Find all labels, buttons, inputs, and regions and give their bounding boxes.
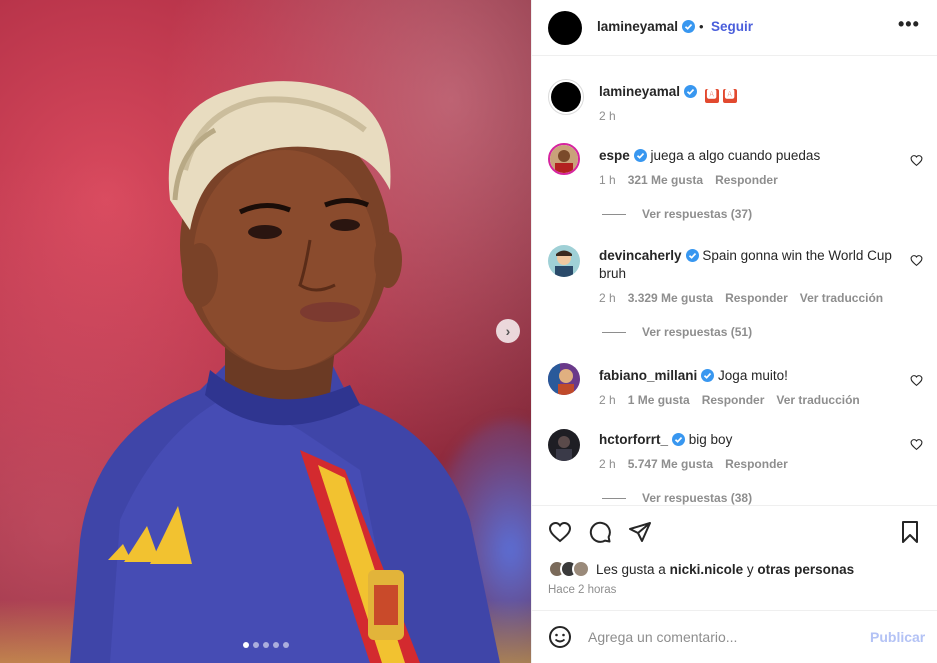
commenter-avatar[interactable] — [548, 429, 580, 461]
comment-meta: 2 h 3.329 Me gusta Responder Ver traducc… — [599, 291, 883, 305]
likes-prefix: Les gusta a — [596, 561, 666, 577]
reply-button[interactable]: Responder — [702, 393, 765, 407]
commenter-avatar[interactable] — [548, 363, 580, 395]
view-replies-label[interactable]: Ver respuestas (38) — [642, 491, 752, 505]
comment-icon[interactable] — [588, 520, 612, 544]
comment-composer: Publicar — [532, 610, 937, 663]
comment-time[interactable]: 1 h — [599, 173, 616, 187]
caption-username[interactable]: lamineyamal — [599, 84, 680, 99]
view-replies-button[interactable]: Ver respuestas (37) — [602, 207, 752, 221]
next-image-button[interactable]: › — [496, 319, 520, 343]
comment-time[interactable]: 2 h — [599, 291, 616, 305]
commenter-username[interactable]: fabiano_millani — [599, 368, 697, 383]
caption: lamineyamal 🅰 🅰 — [599, 84, 737, 103]
like-comment-icon[interactable] — [910, 374, 923, 387]
view-replies-button[interactable]: Ver respuestas (38) — [602, 491, 752, 505]
likes-summary[interactable]: Les gusta a nicki.nicole y otras persona… — [548, 560, 854, 578]
liker-avatar — [572, 560, 590, 578]
like-comment-icon[interactable] — [910, 438, 923, 451]
carousel-dot — [253, 642, 259, 648]
player-photo — [70, 81, 500, 663]
save-icon[interactable] — [898, 520, 922, 544]
view-replies-label[interactable]: Ver respuestas (51) — [642, 325, 752, 339]
carousel-dot — [283, 642, 289, 648]
comment-time[interactable]: 2 h — [599, 393, 616, 407]
more-options-icon[interactable]: ••• — [898, 14, 920, 35]
commenter-username[interactable]: espe — [599, 148, 630, 163]
verified-badge-icon — [633, 149, 647, 162]
comment-input[interactable] — [588, 627, 848, 647]
comment-meta: 2 h 1 Me gusta Responder Ver traducción — [599, 393, 860, 407]
commenter-avatar[interactable] — [548, 143, 580, 175]
carousel-dot — [243, 642, 249, 648]
carousel-indicator — [243, 642, 289, 648]
comment-text: fabiano_millani Joga muito! — [599, 367, 899, 385]
like-comment-icon[interactable] — [910, 154, 923, 167]
reply-button[interactable]: Responder — [715, 173, 778, 187]
caption-emoji: 🅰 — [704, 89, 719, 103]
commenter-username[interactable]: hctorforrt_ — [599, 432, 668, 447]
verified-badge-icon — [685, 249, 699, 262]
likes-join: y — [746, 561, 754, 577]
post-time[interactable]: Hace 2 horas — [548, 584, 616, 596]
comment-likes[interactable]: 1 Me gusta — [628, 393, 690, 407]
commenter-username[interactable]: devincaherly — [599, 248, 682, 263]
comment-text: devincaherly Spain gonna win the World C… — [599, 247, 899, 283]
post-side-panel: lamineyamal • Seguir ••• lamineyamal 🅰 🅰 … — [531, 0, 937, 663]
comments-list[interactable]: lamineyamal 🅰 🅰 2 h espe juega a algo cua… — [532, 57, 937, 505]
comment-content: juega a algo cuando puedas — [650, 148, 821, 163]
comment-content: big boy — [688, 432, 733, 447]
commenter-avatar[interactable] — [548, 245, 580, 277]
verified-badge-icon — [682, 20, 696, 33]
verified-badge-icon — [672, 433, 686, 446]
chevron-right-icon: › — [505, 323, 511, 339]
translate-button[interactable]: Ver traducción — [776, 393, 859, 407]
comment-text: hctorforrt_ big boy — [599, 431, 899, 449]
caption-emoji: 🅰 — [722, 89, 737, 103]
likes-text: Les gusta a nicki.nicole y otras persona… — [596, 562, 854, 577]
comment-meta: 2 h 5.747 Me gusta Responder — [599, 457, 788, 471]
header-separator: • — [699, 19, 704, 34]
post-actions: Les gusta a nicki.nicole y otras persona… — [532, 505, 937, 609]
like-comment-icon[interactable] — [910, 254, 923, 267]
caption-time[interactable]: 2 h — [599, 109, 616, 123]
post-media[interactable]: › — [0, 0, 531, 663]
likes-others[interactable]: otras personas — [757, 562, 854, 577]
comment-likes[interactable]: 321 Me gusta — [628, 173, 703, 187]
carousel-dot — [273, 642, 279, 648]
reply-button[interactable]: Responder — [725, 291, 788, 305]
author-name[interactable]: lamineyamal — [597, 19, 696, 34]
emoji-icon[interactable] — [548, 625, 572, 649]
view-replies-label[interactable]: Ver respuestas (37) — [642, 207, 752, 221]
author-username[interactable]: lamineyamal — [597, 19, 678, 34]
post-header: lamineyamal • Seguir ••• — [532, 0, 937, 56]
view-replies-button[interactable]: Ver respuestas (51) — [602, 325, 752, 339]
caption-avatar[interactable] — [548, 79, 584, 115]
publish-button[interactable]: Publicar — [870, 629, 925, 645]
comment-text: espe juega a algo cuando puedas — [599, 147, 899, 165]
comment-content: Joga muito! — [718, 368, 788, 383]
carousel-dot — [263, 642, 269, 648]
share-icon[interactable] — [628, 520, 652, 544]
author-avatar[interactable] — [548, 11, 582, 45]
comment-likes[interactable]: 5.747 Me gusta — [628, 457, 713, 471]
comment-time[interactable]: 2 h — [599, 457, 616, 471]
liker-username[interactable]: nicki.nicole — [670, 562, 744, 577]
reply-button[interactable]: Responder — [725, 457, 788, 471]
follow-button[interactable]: Seguir — [711, 19, 753, 34]
comment-meta: 1 h 321 Me gusta Responder — [599, 173, 778, 187]
comment-likes[interactable]: 3.329 Me gusta — [628, 291, 713, 305]
translate-button[interactable]: Ver traducción — [800, 291, 883, 305]
verified-badge-icon — [684, 85, 698, 98]
like-icon[interactable] — [548, 520, 572, 544]
verified-badge-icon — [701, 369, 715, 382]
